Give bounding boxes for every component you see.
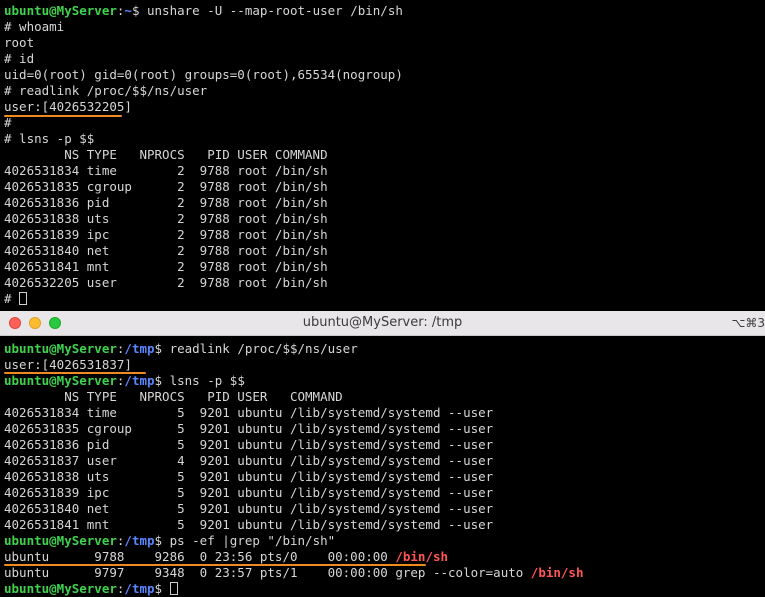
table-row: 4026531835 cgroup 2 9788 root /bin/sh	[4, 179, 328, 194]
table-row: 4026531835 cgroup 5 9201 ubuntu /lib/sys…	[4, 421, 494, 436]
terminal-line: # whoami	[4, 19, 65, 34]
prompt-user: ubuntu@MyServer	[4, 373, 117, 388]
table-row: 4026531841 mnt 5 9201 ubuntu /lib/system…	[4, 517, 494, 532]
prompt-user: ubuntu@MyServer	[4, 3, 117, 18]
prompt-user: ubuntu@MyServer	[4, 533, 117, 548]
terminal-line: ubuntu@MyServer:/tmp$ readlink /proc/$$/…	[4, 341, 358, 356]
prompt-user: ubuntu@MyServer	[4, 341, 117, 356]
terminal-line: # readlink /proc/$$/ns/user	[4, 83, 208, 98]
user-namespace-output: user:[4026532205]	[4, 99, 132, 114]
table-header: NS TYPE NPROCS PID USER COMMAND	[4, 147, 328, 162]
terminal-line: ubuntu@MyServer:/tmp$ lsns -p $$	[4, 373, 245, 388]
command-text: $ unshare -U --map-root-user /bin/sh	[131, 3, 403, 18]
table-row: 4026531838 uts 2 9788 root /bin/sh	[4, 211, 328, 226]
highlight-underline	[4, 564, 426, 566]
table-row: 4026531836 pid 5 9201 ubuntu /lib/system…	[4, 437, 494, 452]
table-row: 4026531836 pid 2 9788 root /bin/sh	[4, 195, 328, 210]
command-text: $ ps -ef |grep "/bin/sh"	[154, 533, 336, 548]
terminal-line: ubuntu@MyServer:/tmp$ ps -ef |grep "/bin…	[4, 533, 336, 548]
table-row: 4026531834 time 5 9201 ubuntu /lib/syste…	[4, 405, 494, 420]
table-row: 4026531837 user 4 9201 ubuntu /lib/syste…	[4, 453, 494, 468]
terminal-line: #	[4, 291, 28, 307]
cursor-icon	[169, 582, 178, 595]
table-header: NS TYPE NPROCS PID USER COMMAND	[4, 389, 343, 404]
grep-match: /bin/sh	[530, 565, 584, 580]
process-text: ubuntu 9788 9286 0 23:56 pts/0 00:00:00	[4, 549, 396, 564]
prompt-path: /tmp	[124, 373, 155, 388]
top-terminal[interactable]: ubuntu@MyServer:~$ unshare -U --map-root…	[0, 0, 765, 311]
cursor-icon	[19, 292, 28, 305]
prompt-text: #	[4, 291, 20, 306]
table-row: 4026531838 uts 5 9201 ubuntu /lib/system…	[4, 469, 494, 484]
prompt-text: $	[154, 581, 170, 596]
bottom-terminal[interactable]: ubuntu@MyServer:/tmp$ readlink /proc/$$/…	[0, 336, 765, 597]
keyboard-shortcut-hint: ⌥⌘3	[731, 316, 765, 330]
window-titlebar[interactable]: ubuntu@MyServer: /tmp ⌥⌘3	[0, 311, 765, 336]
table-row: 4026531841 mnt 2 9788 root /bin/sh	[4, 259, 328, 274]
prompt-user: ubuntu@MyServer	[4, 581, 117, 596]
process-text: ubuntu 9797 9348 0 23:57 pts/1 00:00:00 …	[4, 565, 531, 580]
terminal-line: root	[4, 35, 35, 50]
table-row: 4026532205 user 2 9788 root /bin/sh	[4, 275, 328, 290]
table-row: 4026531839 ipc 5 9201 ubuntu /lib/system…	[4, 485, 494, 500]
terminal-line: #	[4, 115, 12, 130]
terminal-line: # id	[4, 51, 35, 66]
grep-match: /bin/sh	[395, 549, 449, 564]
user-namespace-output: user:[4026531837]	[4, 357, 132, 372]
terminal-line: uid=0(root) gid=0(root) groups=0(root),6…	[4, 67, 403, 82]
table-row: 4026531840 net 5 9201 ubuntu /lib/system…	[4, 501, 494, 516]
table-row: 4026531840 net 2 9788 root /bin/sh	[4, 243, 328, 258]
command-text: $ readlink /proc/$$/ns/user	[154, 341, 358, 356]
table-row: 4026531834 time 2 9788 root /bin/sh	[4, 163, 328, 178]
prompt-path: /tmp	[124, 533, 155, 548]
terminal-line: ubuntu@MyServer:/tmp$	[4, 581, 178, 597]
prompt-path: /tmp	[124, 341, 155, 356]
terminal-line: # lsns -p $$	[4, 131, 95, 146]
highlight-underline	[4, 372, 146, 374]
highlight-underline	[4, 115, 122, 117]
command-text: $ lsns -p $$	[154, 373, 245, 388]
prompt-path: ~	[124, 3, 132, 18]
process-row: ubuntu 9788 9286 0 23:56 pts/0 00:00:00 …	[4, 549, 448, 565]
window-title: ubuntu@MyServer: /tmp	[302, 315, 463, 330]
prompt-path: /tmp	[124, 581, 155, 596]
terminal-line: ubuntu@MyServer:~$ unshare -U --map-root…	[4, 3, 403, 18]
process-row: ubuntu 9797 9348 0 23:57 pts/1 00:00:00 …	[4, 565, 583, 581]
table-row: 4026531839 ipc 2 9788 root /bin/sh	[4, 227, 328, 242]
